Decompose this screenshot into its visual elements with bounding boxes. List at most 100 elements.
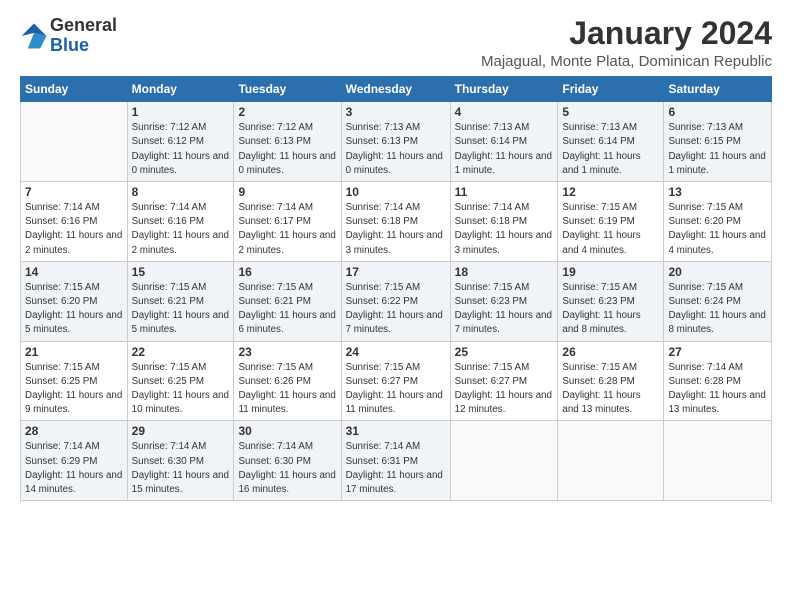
header-sunday: Sunday bbox=[21, 77, 128, 102]
header-monday: Monday bbox=[127, 77, 234, 102]
day-info: Sunrise: 7:15 AM Sunset: 6:23 PM Dayligh… bbox=[562, 281, 659, 338]
daylight-label: Daylight: 11 hours and 11 minutes. bbox=[346, 390, 443, 415]
table-row: 14 Sunrise: 7:15 AM Sunset: 6:20 PM Dayl… bbox=[21, 261, 128, 341]
sunset-label: Sunset: 6:27 PM bbox=[455, 376, 527, 387]
day-number: 13 bbox=[668, 185, 767, 199]
sunrise-label: Sunrise: 7:15 AM bbox=[562, 202, 637, 213]
daylight-label: Daylight: 11 hours and 0 minutes. bbox=[132, 151, 229, 176]
daylight-label: Daylight: 11 hours and 16 minutes. bbox=[238, 470, 335, 495]
day-info: Sunrise: 7:15 AM Sunset: 6:25 PM Dayligh… bbox=[25, 361, 123, 418]
table-row: 11 Sunrise: 7:14 AM Sunset: 6:18 PM Dayl… bbox=[450, 182, 558, 262]
day-info: Sunrise: 7:13 AM Sunset: 6:15 PM Dayligh… bbox=[668, 121, 767, 178]
table-row: 23 Sunrise: 7:15 AM Sunset: 6:26 PM Dayl… bbox=[234, 341, 341, 421]
day-number: 4 bbox=[455, 105, 554, 119]
day-info: Sunrise: 7:14 AM Sunset: 6:31 PM Dayligh… bbox=[346, 440, 446, 497]
sunrise-label: Sunrise: 7:15 AM bbox=[455, 362, 530, 373]
day-info: Sunrise: 7:15 AM Sunset: 6:26 PM Dayligh… bbox=[238, 361, 336, 418]
sunset-label: Sunset: 6:22 PM bbox=[346, 296, 418, 307]
sunset-label: Sunset: 6:30 PM bbox=[132, 456, 204, 467]
day-number: 17 bbox=[346, 265, 446, 279]
calendar-week-row: 21 Sunrise: 7:15 AM Sunset: 6:25 PM Dayl… bbox=[21, 341, 772, 421]
daylight-label: Daylight: 11 hours and 2 minutes. bbox=[132, 230, 229, 255]
daylight-label: Daylight: 11 hours and 8 minutes. bbox=[562, 310, 640, 335]
daylight-label: Daylight: 11 hours and 3 minutes. bbox=[346, 230, 443, 255]
day-info: Sunrise: 7:14 AM Sunset: 6:18 PM Dayligh… bbox=[346, 201, 446, 258]
sunset-label: Sunset: 6:16 PM bbox=[132, 216, 204, 227]
daylight-label: Daylight: 11 hours and 12 minutes. bbox=[455, 390, 552, 415]
day-number: 11 bbox=[455, 185, 554, 199]
table-row: 21 Sunrise: 7:15 AM Sunset: 6:25 PM Dayl… bbox=[21, 341, 128, 421]
table-row: 27 Sunrise: 7:14 AM Sunset: 6:28 PM Dayl… bbox=[664, 341, 772, 421]
day-number: 27 bbox=[668, 345, 767, 359]
sunrise-label: Sunrise: 7:14 AM bbox=[25, 202, 100, 213]
daylight-label: Daylight: 11 hours and 1 minute. bbox=[562, 151, 640, 176]
day-number: 31 bbox=[346, 424, 446, 438]
sunset-label: Sunset: 6:14 PM bbox=[562, 136, 634, 147]
sunrise-label: Sunrise: 7:13 AM bbox=[346, 122, 421, 133]
day-number: 14 bbox=[25, 265, 123, 279]
table-row: 20 Sunrise: 7:15 AM Sunset: 6:24 PM Dayl… bbox=[664, 261, 772, 341]
day-number: 25 bbox=[455, 345, 554, 359]
sunrise-label: Sunrise: 7:15 AM bbox=[668, 202, 743, 213]
table-row: 24 Sunrise: 7:15 AM Sunset: 6:27 PM Dayl… bbox=[341, 341, 450, 421]
day-info: Sunrise: 7:15 AM Sunset: 6:20 PM Dayligh… bbox=[25, 281, 123, 338]
table-row: 16 Sunrise: 7:15 AM Sunset: 6:21 PM Dayl… bbox=[234, 261, 341, 341]
daylight-label: Daylight: 11 hours and 0 minutes. bbox=[346, 151, 443, 176]
day-number: 19 bbox=[562, 265, 659, 279]
table-row: 19 Sunrise: 7:15 AM Sunset: 6:23 PM Dayl… bbox=[558, 261, 664, 341]
sunset-label: Sunset: 6:25 PM bbox=[132, 376, 204, 387]
sunrise-label: Sunrise: 7:15 AM bbox=[346, 362, 421, 373]
daylight-label: Daylight: 11 hours and 7 minutes. bbox=[455, 310, 552, 335]
sunset-label: Sunset: 6:21 PM bbox=[132, 296, 204, 307]
day-number: 6 bbox=[668, 105, 767, 119]
day-number: 26 bbox=[562, 345, 659, 359]
day-info: Sunrise: 7:15 AM Sunset: 6:25 PM Dayligh… bbox=[132, 361, 230, 418]
sunset-label: Sunset: 6:28 PM bbox=[668, 376, 740, 387]
sunrise-label: Sunrise: 7:15 AM bbox=[346, 282, 421, 293]
daylight-label: Daylight: 11 hours and 4 minutes. bbox=[668, 230, 765, 255]
sunrise-label: Sunrise: 7:14 AM bbox=[25, 441, 100, 452]
day-number: 21 bbox=[25, 345, 123, 359]
daylight-label: Daylight: 11 hours and 10 minutes. bbox=[132, 390, 229, 415]
day-info: Sunrise: 7:14 AM Sunset: 6:16 PM Dayligh… bbox=[132, 201, 230, 258]
sunrise-label: Sunrise: 7:14 AM bbox=[346, 441, 421, 452]
sunset-label: Sunset: 6:17 PM bbox=[238, 216, 310, 227]
table-row: 26 Sunrise: 7:15 AM Sunset: 6:28 PM Dayl… bbox=[558, 341, 664, 421]
sunset-label: Sunset: 6:27 PM bbox=[346, 376, 418, 387]
sunset-label: Sunset: 6:13 PM bbox=[238, 136, 310, 147]
sunset-label: Sunset: 6:24 PM bbox=[668, 296, 740, 307]
daylight-label: Daylight: 11 hours and 2 minutes. bbox=[25, 230, 122, 255]
sunrise-label: Sunrise: 7:15 AM bbox=[455, 282, 530, 293]
daylight-label: Daylight: 11 hours and 17 minutes. bbox=[346, 470, 443, 495]
header-tuesday: Tuesday bbox=[234, 77, 341, 102]
header: General Blue January 2024 Majagual, Mont… bbox=[20, 16, 772, 70]
table-row: 3 Sunrise: 7:13 AM Sunset: 6:13 PM Dayli… bbox=[341, 102, 450, 182]
daylight-label: Daylight: 11 hours and 15 minutes. bbox=[132, 470, 229, 495]
day-info: Sunrise: 7:14 AM Sunset: 6:16 PM Dayligh… bbox=[25, 201, 123, 258]
sunset-label: Sunset: 6:23 PM bbox=[455, 296, 527, 307]
day-info: Sunrise: 7:15 AM Sunset: 6:27 PM Dayligh… bbox=[455, 361, 554, 418]
table-row: 8 Sunrise: 7:14 AM Sunset: 6:16 PM Dayli… bbox=[127, 182, 234, 262]
sunset-label: Sunset: 6:20 PM bbox=[668, 216, 740, 227]
daylight-label: Daylight: 11 hours and 3 minutes. bbox=[455, 230, 552, 255]
day-number: 24 bbox=[346, 345, 446, 359]
daylight-label: Daylight: 11 hours and 8 minutes. bbox=[668, 310, 765, 335]
logo-text: General Blue bbox=[50, 16, 117, 56]
day-number: 28 bbox=[25, 424, 123, 438]
sunset-label: Sunset: 6:23 PM bbox=[562, 296, 634, 307]
day-info: Sunrise: 7:13 AM Sunset: 6:14 PM Dayligh… bbox=[562, 121, 659, 178]
sunset-label: Sunset: 6:20 PM bbox=[25, 296, 97, 307]
daylight-label: Daylight: 11 hours and 2 minutes. bbox=[238, 230, 335, 255]
sunrise-label: Sunrise: 7:13 AM bbox=[668, 122, 743, 133]
sunrise-label: Sunrise: 7:14 AM bbox=[132, 202, 207, 213]
day-number: 10 bbox=[346, 185, 446, 199]
table-row: 29 Sunrise: 7:14 AM Sunset: 6:30 PM Dayl… bbox=[127, 421, 234, 501]
table-row: 9 Sunrise: 7:14 AM Sunset: 6:17 PM Dayli… bbox=[234, 182, 341, 262]
calendar-header-row: Sunday Monday Tuesday Wednesday Thursday… bbox=[21, 77, 772, 102]
table-row bbox=[558, 421, 664, 501]
day-number: 2 bbox=[238, 105, 336, 119]
table-row: 30 Sunrise: 7:14 AM Sunset: 6:30 PM Dayl… bbox=[234, 421, 341, 501]
day-number: 20 bbox=[668, 265, 767, 279]
sunrise-label: Sunrise: 7:13 AM bbox=[455, 122, 530, 133]
day-number: 30 bbox=[238, 424, 336, 438]
